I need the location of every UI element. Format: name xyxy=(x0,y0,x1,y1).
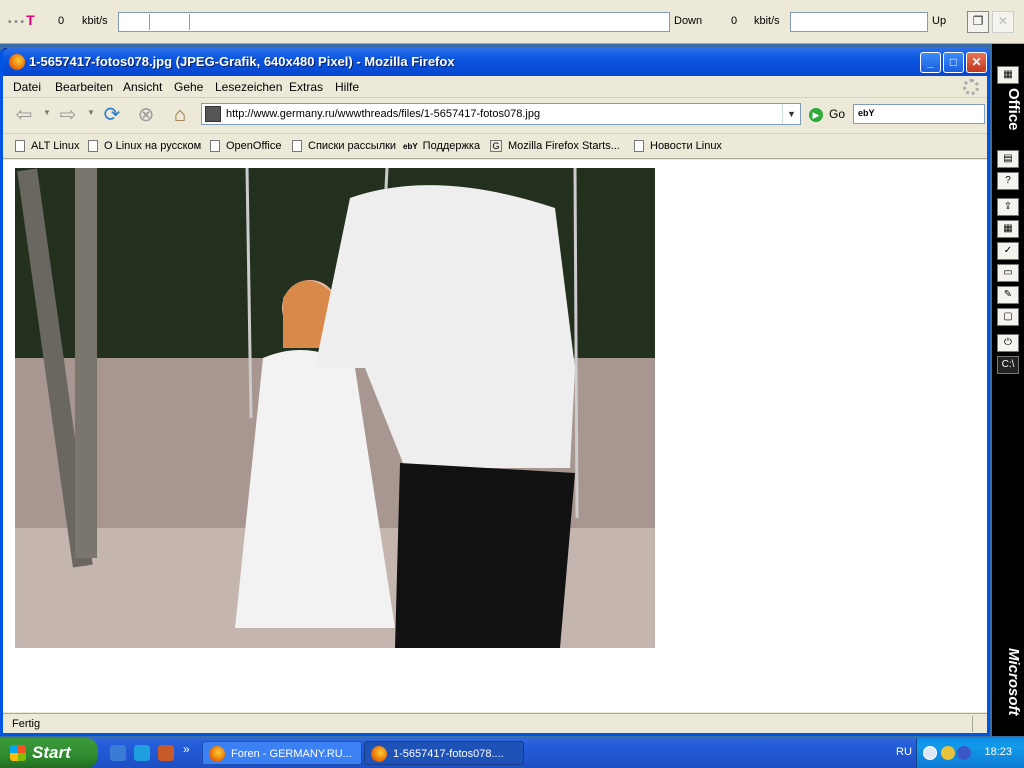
back-arrow-icon[interactable]: ⇦ xyxy=(11,104,37,128)
throbber-icon xyxy=(963,79,979,95)
back-dropdown-icon[interactable]: ▼ xyxy=(43,108,51,117)
office-shortcut-bar: ▦ Office ▤ ? ⇪ ▦ ✓ ▭ ✎ ▢ ⏻ C:\ Microsoft xyxy=(992,44,1024,736)
minimize-button[interactable]: _ xyxy=(920,52,941,73)
bookmark-alt-linux[interactable]: ALT Linux xyxy=(15,140,80,153)
task-forum-window[interactable]: Foren - GERMANY.RU... xyxy=(202,741,362,765)
up-label: Up xyxy=(932,15,947,27)
status-bar: Fertig xyxy=(3,713,987,733)
down-value: 0 xyxy=(58,15,65,27)
menu-bar: Datei Bearbeiten Ansicht Gehe Lesezeiche… xyxy=(3,76,987,98)
bookmarks-toolbar: ALT Linux O Linux на русском OpenOffice … xyxy=(3,135,987,159)
menu-datei[interactable]: Datei xyxy=(13,80,41,94)
microsoft-label: Microsoft xyxy=(1005,648,1022,716)
down-unit: kbit/s xyxy=(82,15,108,27)
help-icon[interactable]: ? xyxy=(997,172,1019,190)
bandwidth-monitor-bar: • • • T 0 kbit/s Down 0 kbit/s Up ❐ ✕ xyxy=(0,0,1024,44)
page-content xyxy=(3,160,987,712)
quicklaunch-explorer-icon[interactable] xyxy=(110,745,126,761)
open-document-icon[interactable]: ⇪ xyxy=(997,198,1019,216)
wedding-photo-image[interactable] xyxy=(15,168,655,648)
menu-ansicht[interactable]: Ansicht xyxy=(123,80,162,94)
windows-flag-icon xyxy=(10,745,26,761)
go-button[interactable]: ▶ Go xyxy=(809,107,845,122)
window-titlebar[interactable]: 1-5657417-fotos078.jpg (JPEG-Grafik, 640… xyxy=(3,48,990,76)
start-label: Start xyxy=(32,743,71,762)
tray-collapse-icon[interactable] xyxy=(923,746,937,760)
search-box[interactable]: ebY xyxy=(853,104,985,124)
go-arrow-icon: ▶ xyxy=(809,107,823,122)
windows-taskbar: Start » Foren - GERMANY.RU... 1-5657417-… xyxy=(0,738,1024,768)
menu-bearbeiten[interactable]: Bearbeiten xyxy=(55,80,113,94)
close-button[interactable]: ✕ xyxy=(966,52,987,73)
go-label: Go xyxy=(829,107,846,121)
ebay-icon: ebY xyxy=(403,141,418,151)
sticky-note-icon[interactable]: ▢ xyxy=(997,308,1019,326)
firefox-icon xyxy=(209,746,225,762)
bookmark-firefox-start[interactable]: G Mozilla Firefox Starts... xyxy=(490,140,620,153)
bookmark-linux-news[interactable]: Новости Linux xyxy=(634,140,722,153)
bookmark-support[interactable]: ebY Поддержка xyxy=(403,140,480,152)
quicklaunch-more-icon[interactable]: » xyxy=(183,742,190,756)
forward-arrow-icon[interactable]: ⇨ xyxy=(55,104,81,128)
home-icon[interactable]: ⌂ xyxy=(167,104,193,128)
task-icon[interactable]: ✓ xyxy=(997,242,1019,260)
up-unit: kbit/s xyxy=(754,15,780,27)
navigation-toolbar: ⇦ ▼ ⇨ ▼ ⟳ ⊗ ⌂ http://www.germany.ru/wwwt… xyxy=(3,98,987,134)
url-text[interactable]: http://www.germany.ru/wwwthreads/files/1… xyxy=(226,108,540,120)
up-meter xyxy=(790,12,928,32)
status-text: Fertig xyxy=(12,718,41,730)
menu-gehe[interactable]: Gehe xyxy=(174,80,203,94)
quicklaunch-ie-icon[interactable] xyxy=(134,745,150,761)
calendar-icon[interactable]: ▦ xyxy=(997,220,1019,238)
window-title: 1-5657417-fotos078.jpg (JPEG-Grafik, 640… xyxy=(29,54,455,69)
close-monitor-icon[interactable]: ✕ xyxy=(992,11,1014,33)
browser-client-area: Datei Bearbeiten Ansicht Gehe Lesezeiche… xyxy=(3,76,987,733)
t-mobile-logo: • • • T xyxy=(8,12,35,28)
bookmark-openoffice[interactable]: OpenOffice xyxy=(210,140,281,153)
menu-extras[interactable]: Extras xyxy=(289,80,323,94)
up-value: 0 xyxy=(731,15,738,27)
command-prompt-icon[interactable]: C:\ xyxy=(997,356,1019,374)
contact-card-icon[interactable]: ▭ xyxy=(997,264,1019,282)
forward-dropdown-icon[interactable]: ▼ xyxy=(87,108,95,117)
tray-network-icon[interactable] xyxy=(941,746,955,760)
bookmark-mailing-lists[interactable]: Списки рассылки xyxy=(292,140,396,153)
language-indicator[interactable]: RU xyxy=(896,746,912,758)
start-button[interactable]: Start xyxy=(0,738,98,768)
page-favicon xyxy=(205,106,221,122)
menu-hilfe[interactable]: Hilfe xyxy=(335,80,359,94)
quicklaunch-media-icon[interactable] xyxy=(158,745,174,761)
page-icon xyxy=(88,140,98,153)
task-image-window[interactable]: 1-5657417-fotos078.... xyxy=(364,741,524,765)
url-bar[interactable]: http://www.germany.ru/wwwthreads/files/1… xyxy=(201,103,801,125)
restore-window-icon[interactable]: ❐ xyxy=(967,11,989,33)
menu-lesezeichen[interactable]: Lesezeichen xyxy=(215,80,282,94)
ebay-engine-icon[interactable]: ebY xyxy=(858,108,875,118)
notes-icon[interactable]: ▤ xyxy=(997,150,1019,168)
office-menu-icon[interactable]: ▦ xyxy=(997,66,1019,84)
page-icon xyxy=(15,140,25,153)
tray-volume-icon[interactable] xyxy=(957,746,971,760)
maximize-button[interactable]: □ xyxy=(943,52,964,73)
page-icon xyxy=(634,140,644,153)
resize-grip[interactable] xyxy=(972,716,973,732)
firefox-window: 1-5657417-fotos078.jpg (JPEG-Grafik, 640… xyxy=(0,48,990,736)
url-dropdown-icon[interactable]: ▼ xyxy=(782,104,800,124)
journal-icon[interactable]: ✎ xyxy=(997,286,1019,304)
page-icon xyxy=(292,140,302,153)
down-label: Down xyxy=(674,15,703,27)
page-icon xyxy=(210,140,220,153)
down-meter xyxy=(118,12,670,32)
office-label: Office xyxy=(1005,88,1022,131)
firefox-icon xyxy=(9,54,25,70)
clock[interactable]: 18:23 xyxy=(984,746,1012,758)
stop-icon[interactable]: ⊗ xyxy=(133,104,159,128)
shutdown-icon[interactable]: ⏻ xyxy=(997,334,1019,352)
system-tray: 18:23 xyxy=(916,738,1024,768)
google-icon: G xyxy=(490,140,502,153)
firefox-icon xyxy=(371,746,387,762)
bookmark-o-linux[interactable]: O Linux на русском xyxy=(88,140,201,153)
reload-icon[interactable]: ⟳ xyxy=(99,104,125,128)
